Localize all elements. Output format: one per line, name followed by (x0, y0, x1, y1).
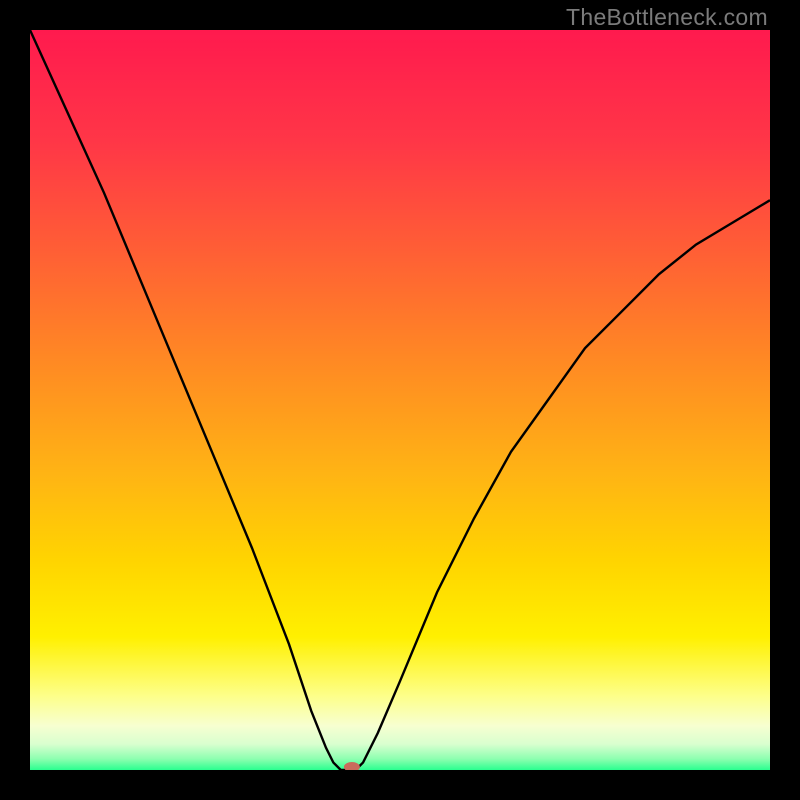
chart-frame: TheBottleneck.com (0, 0, 800, 800)
watermark-text: TheBottleneck.com (566, 4, 768, 31)
plot-area (30, 30, 770, 770)
bottleneck-chart (30, 30, 770, 770)
gradient-background (30, 30, 770, 770)
